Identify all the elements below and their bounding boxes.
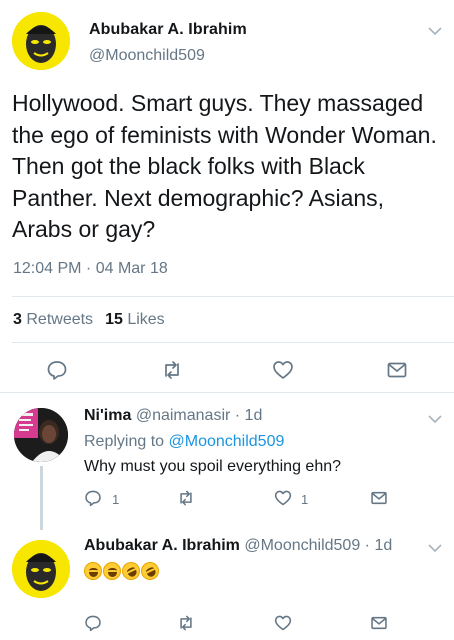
retweets-stat[interactable]: 3 Retweets [13,311,93,328]
message-icon[interactable] [386,359,408,381]
retweet-icon[interactable] [177,614,195,632]
chevron-down-icon[interactable] [428,414,442,424]
tweet-timestamp[interactable]: 12:04 PM · 04 Mar 18 [13,260,168,278]
author-display-name[interactable]: Abubakar A. Ibrahim [84,537,240,554]
reply-header: Abubakar A. Ibrahim @Moonchild509 · 1d [84,537,392,555]
message-icon[interactable] [370,489,388,507]
divider [0,392,454,393]
chevron-down-icon[interactable] [428,543,442,553]
rolling-laughing-emoji [119,559,143,584]
reply-header: Ni'ima @naimanasir · 1d [84,407,262,425]
divider [12,296,454,297]
like-icon[interactable] [274,489,292,507]
tweet-stats: 3 Retweets 15 Likes [13,311,165,329]
divider [12,342,454,343]
likes-count: 15 [105,311,123,328]
author-handle[interactable]: @Moonchild509 [244,537,360,554]
reply-time[interactable]: · 1d [235,407,263,424]
message-icon[interactable] [370,614,388,632]
replying-to-handle[interactable]: @Moonchild509 [169,433,285,450]
retweet-icon[interactable] [177,489,195,507]
replier-avatar[interactable] [14,408,68,462]
thread-line [40,466,43,530]
like-icon[interactable] [272,359,294,381]
likes-label: Likes [127,311,165,328]
reply-icon[interactable] [46,359,68,381]
reply-time[interactable]: · 1d [365,537,393,554]
author-avatar[interactable] [12,12,70,70]
likes-stat[interactable]: 15 Likes [105,311,165,328]
replying-to: Replying to @Moonchild509 [84,433,284,451]
like-icon[interactable] [274,614,292,632]
rolling-laughing-emoji [138,559,162,584]
like-count: 1 [301,492,309,507]
grinning-sweat-emoji [103,562,121,581]
reply-emojis [84,559,162,584]
tweet-text: Hollywood. Smart guys. They massaged the… [12,90,437,242]
reply-icon[interactable] [84,614,102,632]
author-display-name[interactable]: Abubakar A. Ibrahim [89,21,247,39]
author-handle[interactable]: @Moonchild509 [89,47,205,65]
retweet-icon[interactable] [161,359,183,381]
retweets-count: 3 [13,311,22,328]
reply-count: 1 [112,492,120,507]
chevron-down-icon[interactable] [428,26,442,36]
replying-to-prefix: Replying to [84,433,165,450]
replier-display-name[interactable]: Ni'ima [84,407,131,424]
reply-icon[interactable] [84,489,102,507]
retweets-label: Retweets [26,311,94,328]
author-avatar[interactable] [12,540,70,598]
grinning-sweat-emoji [84,562,102,581]
reply-text: Why must you spoil everything ehn? [84,458,342,475]
replier-handle[interactable]: @naimanasir [136,407,231,424]
